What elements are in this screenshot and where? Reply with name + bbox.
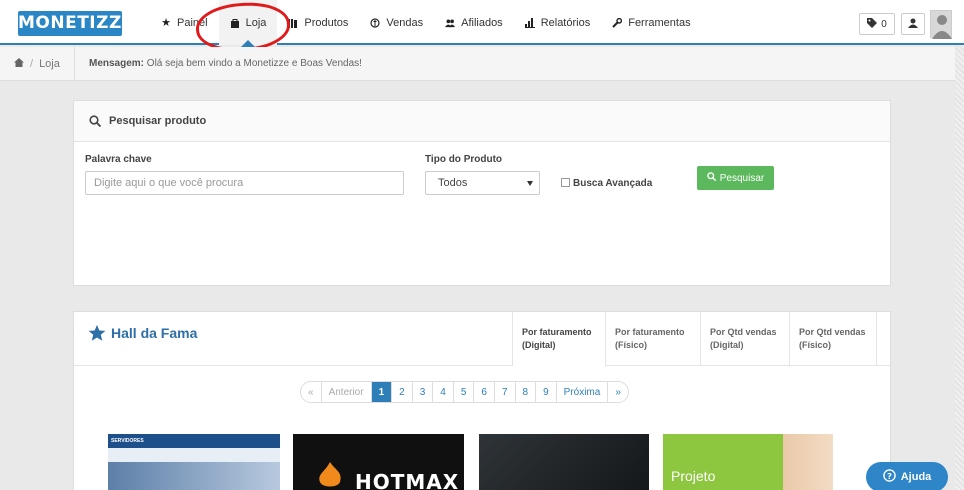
- product-thumbnail[interactable]: [479, 434, 649, 490]
- tab-qty-physical[interactable]: Por Qtd vendas (Físico): [789, 312, 877, 366]
- tab-line1: Por faturamento: [522, 327, 592, 337]
- nav-label: Painel: [177, 16, 208, 29]
- product-thumbnail[interactable]: HOTMAX: [293, 434, 464, 490]
- tab-line2: (Digital): [522, 340, 556, 350]
- breadcrumb-current: Loja: [39, 57, 60, 70]
- search-panel-header: Pesquisar produto: [74, 101, 890, 142]
- page-5[interactable]: 5: [452, 382, 474, 402]
- home-icon[interactable]: [14, 57, 24, 70]
- nav-produtos[interactable]: Produtos: [277, 0, 359, 45]
- user-menu-button[interactable]: [901, 13, 925, 35]
- nav-label: Afiliados: [461, 16, 503, 29]
- tab-revenue-digital[interactable]: Por faturamento (Digital): [512, 312, 605, 366]
- thumb-brand: SERVIDORES: [108, 434, 280, 448]
- tab-revenue-physical[interactable]: Por faturamento (Físico): [605, 312, 700, 366]
- chevron-down-icon: [527, 181, 533, 186]
- search-panel-title: Pesquisar produto: [109, 115, 207, 127]
- star-icon: [88, 324, 106, 341]
- nav-vendas[interactable]: Vendas: [359, 0, 434, 45]
- page-3[interactable]: 3: [411, 382, 433, 402]
- last-page-button[interactable]: »: [607, 382, 628, 402]
- bar-chart-icon: [524, 17, 535, 28]
- pattern-strip: [955, 47, 964, 490]
- search-panel: Pesquisar produto Palavra chave Digite a…: [73, 100, 891, 286]
- hall-of-fame-header: Hall da Fama Por faturamento (Digital) P…: [74, 312, 890, 366]
- search-button-label: Pesquisar: [719, 172, 765, 184]
- keyword-input[interactable]: Digite aqui o que você procura: [85, 171, 404, 195]
- thumb-brand: Projeto: [671, 468, 716, 484]
- flame-icon: [319, 462, 341, 487]
- message-text: Olá seja bem vindo a Monetizze e Boas Ve…: [146, 58, 362, 69]
- help-button[interactable]: ? Ajuda: [866, 462, 948, 490]
- tag-count: 0: [881, 18, 887, 30]
- main-nav: ★ Painel Loja Produtos Vendas Afiliados …: [150, 0, 702, 47]
- page-6[interactable]: 6: [473, 382, 494, 402]
- product-type-select[interactable]: Todos: [425, 171, 540, 195]
- breadcrumb-separator: /: [30, 57, 34, 70]
- next-page-button[interactable]: Próxima: [555, 382, 608, 402]
- search-button[interactable]: Pesquisar: [697, 166, 774, 190]
- nav-label: Loja: [245, 16, 267, 29]
- books-icon: [288, 18, 298, 28]
- page-1[interactable]: 1: [370, 382, 392, 402]
- shopping-bag-icon: [230, 18, 240, 28]
- nav-ferramentas[interactable]: Ferramentas: [601, 0, 701, 45]
- tab-line1: Por Qtd vendas: [710, 327, 777, 337]
- nav-painel[interactable]: ★ Painel: [150, 0, 219, 45]
- page-9[interactable]: 9: [535, 382, 556, 402]
- page-2[interactable]: 2: [391, 382, 412, 402]
- tab-line1: Por Qtd vendas: [799, 327, 866, 337]
- top-navbar: MONETIZZE ★ Painel Loja Produtos Vendas: [0, 0, 964, 55]
- product-type-value: Todos: [438, 177, 468, 189]
- users-icon: [445, 18, 456, 28]
- nav-label: Vendas: [386, 16, 424, 29]
- wrench-icon: [612, 17, 623, 28]
- tab-line2: (Físico): [799, 340, 832, 350]
- tag-icon: [867, 17, 878, 31]
- tags-button[interactable]: 0: [859, 13, 895, 35]
- nav-relatorios[interactable]: Relatórios: [514, 0, 602, 45]
- breadcrumb-bar: / Loja Mensagem: Olá seja bem vindo a Mo…: [0, 46, 964, 81]
- monetizze-logo[interactable]: MONETIZZE: [18, 11, 133, 36]
- product-thumbnail[interactable]: Projeto: [663, 434, 833, 490]
- pagination: « Anterior 1 2 3 4 5 6 7 8 9 Próxima »: [300, 381, 629, 403]
- question-icon: ?: [882, 469, 896, 485]
- nav-afiliados[interactable]: Afiliados: [434, 0, 514, 45]
- message-label: Mensagem:: [89, 58, 145, 69]
- nav-label: Relatórios: [540, 16, 591, 29]
- page-4[interactable]: 4: [432, 382, 453, 402]
- page-8[interactable]: 8: [514, 382, 536, 402]
- advanced-search-checkbox[interactable]: [561, 178, 570, 187]
- prev-page-button[interactable]: Anterior: [320, 382, 371, 402]
- page-7[interactable]: 7: [493, 382, 515, 402]
- first-page-button[interactable]: «: [301, 382, 321, 402]
- breadcrumb: / Loja: [0, 46, 75, 81]
- advanced-search-label[interactable]: Busca Avançada: [573, 178, 652, 189]
- hall-of-fame-title: Hall da Fama: [88, 324, 197, 342]
- star-icon: ★: [161, 17, 171, 29]
- tab-line2: (Digital): [710, 340, 744, 350]
- nav-loja[interactable]: Loja: [218, 0, 278, 47]
- svg-text:?: ?: [887, 471, 892, 481]
- tab-line2: (Físico): [615, 340, 648, 350]
- keyword-label: Palavra chave: [85, 154, 152, 165]
- user-icon: [908, 18, 918, 31]
- welcome-message: Mensagem: Olá seja bem vindo a Monetizze…: [75, 58, 362, 69]
- thumb-brand: HOTMAX: [355, 470, 460, 490]
- nav-label: Produtos: [304, 16, 349, 29]
- search-icon: [706, 172, 716, 184]
- tab-line1: Por faturamento: [615, 327, 685, 337]
- nav-label: Ferramentas: [628, 16, 691, 29]
- hall-title-text: Hall da Fama: [111, 325, 198, 341]
- product-thumbnail[interactable]: SERVIDORES: [108, 434, 280, 490]
- sales-icon: [370, 17, 381, 28]
- avatar[interactable]: [930, 10, 952, 39]
- product-type-label: Tipo do Produto: [425, 154, 503, 165]
- help-label: Ajuda: [900, 471, 932, 483]
- tab-qty-digital[interactable]: Por Qtd vendas (Digital): [700, 312, 789, 366]
- search-icon: [89, 115, 102, 128]
